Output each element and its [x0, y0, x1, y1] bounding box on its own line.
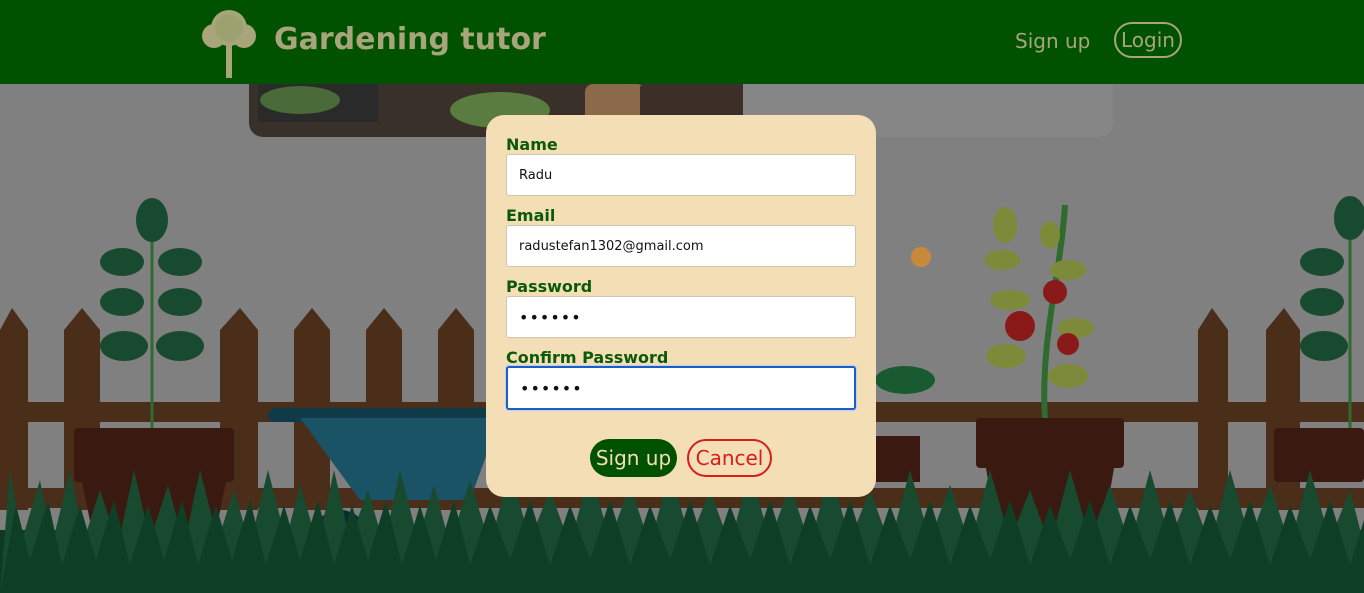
name-label: Name — [506, 135, 558, 154]
name-input[interactable] — [506, 154, 856, 196]
brand-title[interactable]: Gardening tutor — [274, 22, 546, 57]
tree-logo-icon — [202, 10, 256, 78]
password-input[interactable] — [506, 296, 856, 338]
password-label: Password — [506, 277, 593, 296]
top-nav-bar: Gardening tutor Sign up Login — [0, 0, 1364, 84]
signup-modal: Name Email Password Confirm Password Sig… — [486, 115, 876, 497]
email-input[interactable] — [506, 225, 856, 267]
confirm-password-label: Confirm Password — [506, 348, 669, 367]
nav-login-button[interactable]: Login — [1114, 22, 1182, 58]
cancel-button[interactable]: Cancel — [687, 439, 772, 477]
submit-signup-button[interactable]: Sign up — [590, 439, 677, 477]
email-label: Email — [506, 206, 556, 225]
confirm-password-input[interactable] — [506, 366, 856, 410]
nav-signup-link[interactable]: Sign up — [1015, 29, 1090, 53]
